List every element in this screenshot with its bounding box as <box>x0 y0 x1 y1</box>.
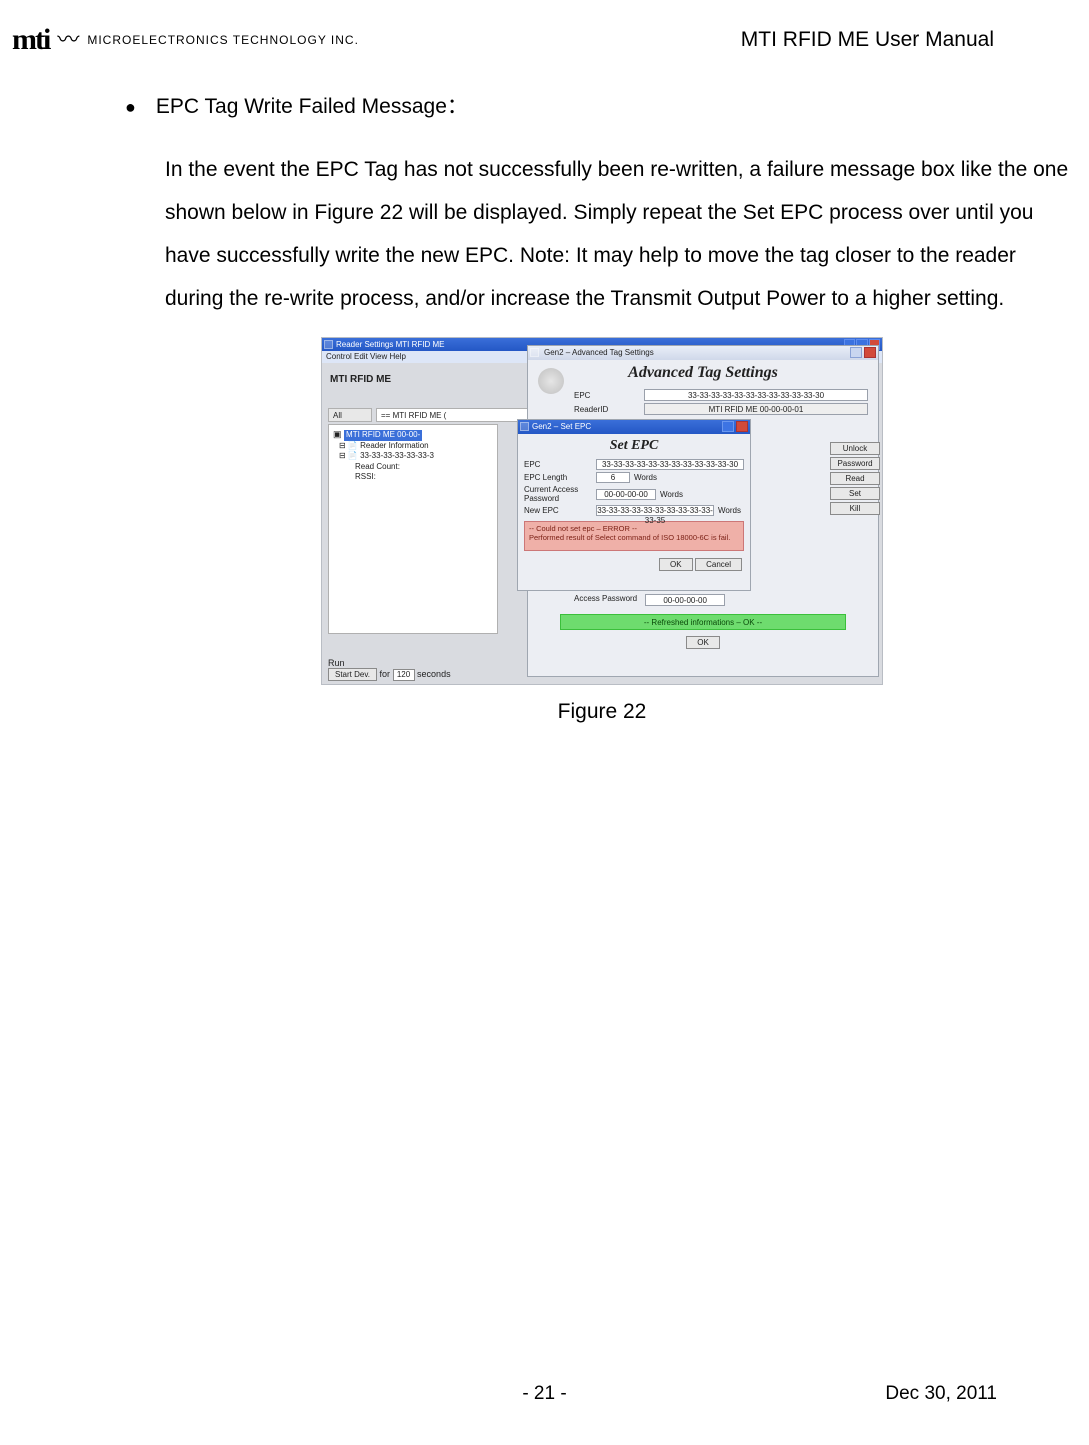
close-icon[interactable] <box>864 347 876 358</box>
se-cap-label: Current Access Password <box>524 485 592 503</box>
set-button[interactable]: Set <box>830 487 880 500</box>
figure-caption: Figure 22 <box>125 700 1079 724</box>
run-duration-input[interactable]: 120 <box>393 669 415 681</box>
se-len-label: EPC Length <box>524 473 592 482</box>
window-title-text: Reader Settings MTI RFID ME <box>336 340 444 349</box>
setepc-error-line1: -- Could not set epc – ERROR -- <box>529 524 739 533</box>
unlock-button[interactable]: Unlock <box>830 442 880 455</box>
se-cap-input[interactable]: 00-00-00-00 <box>596 489 656 500</box>
adv-access-input[interactable]: 00-00-00-00 <box>645 594 725 606</box>
help-icon[interactable] <box>722 421 734 432</box>
adv-reader-label: ReaderID <box>574 405 638 414</box>
bullet-heading-row: ● EPC Tag Write Failed Message： <box>125 90 1079 120</box>
run-panel: Run Start Dev. for 120 seconds <box>328 658 518 680</box>
gear-icon <box>538 368 564 394</box>
password-button[interactable]: Password <box>830 457 880 470</box>
setepc-titlebar-text: Gen2 – Set EPC <box>532 422 591 431</box>
adv-titlebar[interactable]: Gen2 – Advanced Tag Settings <box>528 346 878 360</box>
close-icon[interactable] <box>736 421 748 432</box>
tree-reader-info[interactable]: Reader Information <box>360 441 428 450</box>
setepc-error-message: -- Could not set epc – ERROR -- Performe… <box>524 521 744 551</box>
setepc-cancel-button[interactable]: Cancel <box>695 558 742 571</box>
se-new-unit: Words <box>718 506 744 515</box>
bullet-heading-text: EPC Tag Write Failed Message： <box>156 90 468 120</box>
tree-rssi: RSSI: <box>355 472 493 482</box>
adv-epc-label: EPC <box>574 391 638 400</box>
run-for-label: for <box>380 669 391 679</box>
se-cap-unit: Words <box>660 490 686 499</box>
window-icon <box>530 348 539 357</box>
embedded-screenshot: Reader Settings MTI RFID ME Control Edit… <box>322 338 882 684</box>
page-header: mti 〰 MICROELECTRONICS TECHNOLOGY INC. M… <box>0 17 1089 63</box>
set-epc-dialog: Gen2 – Set EPC Set EPC EPC 33-33-33-33-33… <box>518 420 750 590</box>
adv-epc-row: EPC 33-33-33-33-33-33-33-33-33-33-33-30 <box>528 388 878 402</box>
se-epc-label: EPC <box>524 460 592 469</box>
setepc-titlebar[interactable]: Gen2 – Set EPC <box>518 420 750 434</box>
se-len-input[interactable]: 6 <box>596 472 630 483</box>
content-area: ● EPC Tag Write Failed Message： In the e… <box>125 90 1089 724</box>
se-new-label: New EPC <box>524 506 592 515</box>
page-date: Dec 30, 2011 <box>885 1383 997 1405</box>
se-epc-input[interactable]: 33-33-33-33-33-33-33-33-33-33-33-30 <box>596 459 744 470</box>
company-name: MICROELECTRONICS TECHNOLOGY INC. <box>87 33 359 47</box>
window-icon <box>324 340 333 349</box>
tree-toggle-icon[interactable]: ⊟ <box>339 451 346 460</box>
reader-tree-panel[interactable]: ▣ MTI RFID ME 00-00- ⊟ 📄 Reader Informat… <box>328 424 498 634</box>
adv-reader-value: MTI RFID ME 00-00-00-01 <box>644 403 868 415</box>
setepc-ok-button[interactable]: OK <box>659 558 693 571</box>
adv-epc-input[interactable]: 33-33-33-33-33-33-33-33-33-33-33-30 <box>644 389 868 401</box>
app-name-label: MTI RFID ME <box>330 374 391 385</box>
bullet-icon: ● <box>125 98 136 116</box>
setepc-heading: Set EPC <box>518 434 750 458</box>
adv-heading: Advanced Tag Settings <box>528 360 878 388</box>
help-icon[interactable] <box>850 347 862 358</box>
tree-toggle-icon[interactable]: ⊟ <box>339 441 346 450</box>
tree-read-count: Read Count: <box>355 462 493 472</box>
adv-ok-button[interactable]: OK <box>686 636 720 649</box>
setepc-error-line2: Performed result of Select command of IS… <box>529 533 739 542</box>
tree-toggle-icon[interactable]: ▣ <box>333 429 342 439</box>
run-unit-label: seconds <box>417 669 451 679</box>
logo-glyph: mti <box>12 23 49 57</box>
manual-title: MTI RFID ME User Manual <box>741 28 994 52</box>
se-len-unit: Words <box>634 473 660 482</box>
se-new-input[interactable]: 33-33-33-33-33-33-33-33-33-33-33-35 <box>596 505 714 516</box>
adv-reader-row: ReaderID MTI RFID ME 00-00-00-01 <box>528 402 878 416</box>
adv-access-label: Access Password <box>574 594 637 606</box>
page-footer: - 21 - Dec 30, 2011 <box>0 1383 1089 1405</box>
page-number: - 21 - <box>522 1383 566 1405</box>
body-paragraph: In the event the EPC Tag has not success… <box>165 148 1079 320</box>
logo-wave-icon: 〰 <box>57 29 79 51</box>
adv-access-row: Access Password 00-00-00-00 <box>528 592 878 608</box>
start-button[interactable]: Start Dev. <box>328 668 377 681</box>
tree-tag-node[interactable]: 33-33-33-33-33-33-3 <box>360 451 434 460</box>
adv-status-message: -- Refreshed informations – OK -- <box>560 614 846 630</box>
kill-button[interactable]: Kill <box>830 502 880 515</box>
adv-side-buttons: Unlock Password Read Set Kill <box>830 442 880 517</box>
company-logo-block: mti 〰 MICROELECTRONICS TECHNOLOGY INC. <box>12 23 359 57</box>
tree-root-node[interactable]: MTI RFID ME 00-00- <box>344 430 422 440</box>
adv-titlebar-text: Gen2 – Advanced Tag Settings <box>544 348 654 357</box>
read-button[interactable]: Read <box>830 472 880 485</box>
window-icon <box>520 422 529 431</box>
readers-label: All Readers <box>328 408 372 422</box>
